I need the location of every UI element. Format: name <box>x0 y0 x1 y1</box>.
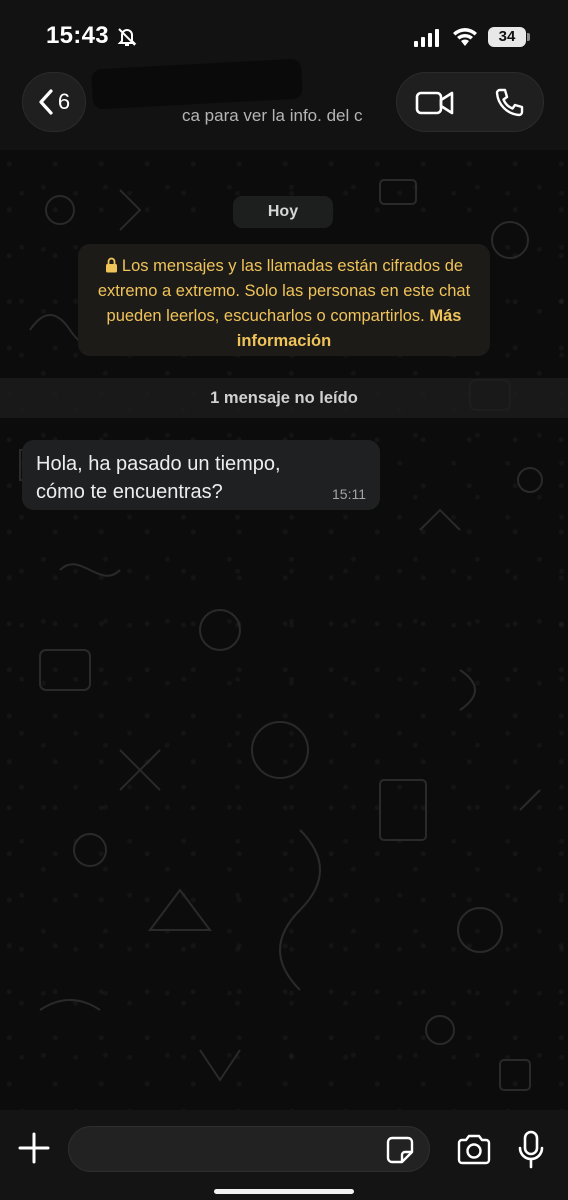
sticker-icon <box>386 1136 414 1164</box>
plus-icon <box>18 1132 50 1164</box>
message-input[interactable] <box>68 1126 430 1172</box>
message-text: Hola, ha pasado un tiempo, cómo te encue… <box>36 453 281 503</box>
date-separator: Hoy <box>233 196 333 228</box>
contact-info-hint[interactable]: ca para ver la info. del c <box>182 106 382 126</box>
incoming-message[interactable]: Hola, ha pasado un tiempo, cómo te encue… <box>22 440 380 510</box>
battery-icon: 34 <box>488 27 530 47</box>
microphone-icon <box>518 1130 544 1169</box>
chevron-left-icon <box>39 89 53 115</box>
attach-button[interactable] <box>16 1130 52 1166</box>
camera-button[interactable] <box>456 1134 492 1166</box>
back-button[interactable]: 6 <box>22 72 86 132</box>
video-camera-icon <box>415 91 454 115</box>
encryption-notice[interactable]: Los mensajes y las llamadas están cifrad… <box>78 244 490 356</box>
voice-call-button[interactable] <box>493 87 525 119</box>
phone-icon <box>495 88 524 117</box>
wifi-icon <box>452 26 478 51</box>
call-actions <box>396 72 544 132</box>
cellular-signal-icon <box>414 29 442 52</box>
status-time: 15:43 <box>46 22 109 49</box>
home-indicator <box>214 1189 354 1194</box>
lock-icon <box>105 257 117 273</box>
sticker-button[interactable] <box>386 1136 414 1164</box>
camera-icon <box>457 1134 491 1165</box>
voice-note-button[interactable] <box>518 1130 544 1170</box>
encryption-text: Los mensajes y las llamadas están cifrad… <box>97 257 471 325</box>
bell-slash-icon <box>116 26 138 53</box>
unread-chats-count: 6 <box>57 89 71 114</box>
video-call-button[interactable] <box>415 87 455 119</box>
chat-header: 6 ca para ver la info. del c <box>0 58 568 150</box>
message-timestamp: 15:11 <box>332 486 366 502</box>
unread-messages-divider: 1 mensaje no leído <box>0 378 568 418</box>
compose-bar <box>0 1110 568 1200</box>
